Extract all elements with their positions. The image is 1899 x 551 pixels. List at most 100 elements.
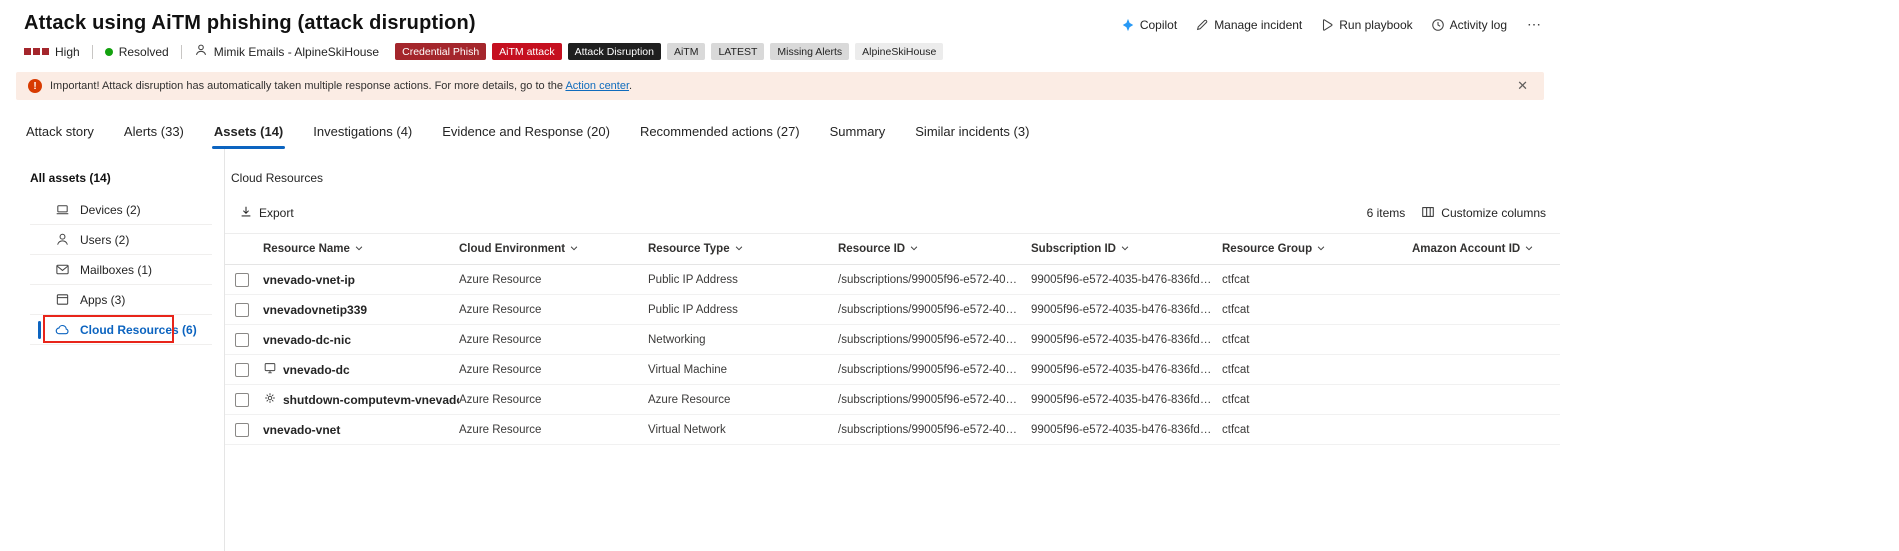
laptop-icon [55,202,70,220]
tab-alerts[interactable]: Alerts (33) [122,120,186,149]
incident-tabs: Attack story Alerts (33) Assets (14) Inv… [0,120,1560,149]
sidebar-item-cloud-resources[interactable]: Cloud Resources (6) [0,315,224,345]
chevron-down-icon [1524,243,1534,256]
play-icon [1320,18,1334,32]
column-header-resource-type[interactable]: Resource Type [648,243,838,256]
gear-icon [263,391,277,408]
copilot-button[interactable]: Copilot [1121,18,1177,32]
mail-icon [55,262,70,280]
column-header-resource-id[interactable]: Resource ID [838,243,1031,256]
assignment: Mimik Emails - AlpineSkiHouse [194,43,379,60]
tab-recommended-actions[interactable]: Recommended actions (27) [638,120,802,149]
chevron-down-icon [909,243,919,256]
table-header: Resource Name Cloud Environment Resource… [225,233,1560,265]
toolbar-right: 6 items Customize columns [1367,205,1546,222]
sidebar-item-devices[interactable]: Devices (2) [0,195,224,225]
tab-summary[interactable]: Summary [828,120,888,149]
resource-name-cell: vnevado-dc-nic [263,333,459,347]
divider [92,45,93,59]
sidebar-item-mailboxes[interactable]: Mailboxes (1) [0,255,224,285]
tag-badge: AiTM [667,43,706,60]
column-header-subscription-id[interactable]: Subscription ID [1031,243,1222,256]
cloud-icon [55,322,70,340]
row-checkbox[interactable] [235,393,249,407]
chevron-down-icon [734,243,744,256]
columns-grid-icon [1421,205,1435,222]
manage-incident-button[interactable]: Manage incident [1195,18,1302,32]
incident-page: Attack using AiTM phishing (attack disru… [0,0,1560,551]
tab-evidence-response[interactable]: Evidence and Response (20) [440,120,612,149]
tab-investigations[interactable]: Investigations (4) [311,120,414,149]
sidebar-item-apps[interactable]: Apps (3) [0,285,224,315]
sidebar-item-label: Apps (3) [80,293,125,307]
resource-name-cell: vnevado-vnet-ip [263,273,459,287]
tab-attack-story[interactable]: Attack story [24,120,96,149]
row-checkbox[interactable] [235,363,249,377]
resource-name-cell: vnevado-vnet [263,423,459,437]
table-row[interactable]: vnevado-dc Azure Resource Virtual Machin… [225,355,1560,385]
run-playbook-button[interactable]: Run playbook [1320,18,1412,32]
table-row[interactable]: vnevado-vnet Azure Resource Virtual Netw… [225,415,1560,445]
column-header-resource-name[interactable]: Resource Name [263,243,459,256]
more-options-button[interactable]: ⋯ [1525,16,1544,33]
severity-label: High [55,45,80,59]
tag-badge: AiTM attack [492,43,561,60]
status-dot-icon [105,48,113,56]
chevron-down-icon [354,243,364,256]
row-checkbox[interactable] [235,303,249,317]
sidebar-item-label: Users (2) [80,233,129,247]
activity-log-button[interactable]: Activity log [1431,18,1507,32]
all-assets-title: All assets (14) [0,171,224,195]
person-icon [194,43,214,60]
table-row[interactable]: shutdown-computevm-vnevado-dc Azure Reso… [225,385,1560,415]
resource-name-cell: vnevado-dc [263,361,459,378]
customize-columns-button[interactable]: Customize columns [1421,205,1546,222]
column-header-resource-group[interactable]: Resource Group [1222,243,1412,256]
tab-assets[interactable]: Assets (14) [212,120,285,149]
incident-tags: Credential Phish AiTM attack Attack Disr… [395,43,943,60]
divider [181,45,182,59]
page-header: Attack using AiTM phishing (attack disru… [0,0,1560,35]
important-icon: ! [28,79,42,93]
severity-icon [24,48,49,55]
app-window-icon [55,292,70,310]
sidebar-item-users[interactable]: Users (2) [0,225,224,255]
sidebar-item-label: Cloud Resources (6) [80,323,197,337]
tag-badge: Missing Alerts [770,43,849,60]
incident-meta-row: High Resolved Mimik Emails - AlpineSkiHo… [0,35,1560,60]
banner-close-icon[interactable]: ✕ [1513,78,1532,94]
pencil-icon [1195,18,1209,32]
tag-badge: Credential Phish [395,43,486,60]
table-row[interactable]: vnevado-dc-nic Azure Resource Networking… [225,325,1560,355]
person-icon [55,232,70,250]
status-badge: Resolved [105,45,169,59]
row-checkbox[interactable] [235,273,249,287]
sidebar-item-label: Devices (2) [80,203,141,217]
action-center-link[interactable]: Action center [565,80,629,92]
table-toolbar: Export 6 items Customize columns [225,199,1560,227]
cloud-resources-panel: Cloud Resources Export 6 items Customize… [225,149,1560,551]
column-header-cloud-environment[interactable]: Cloud Environment [459,243,648,256]
chevron-down-icon [1120,243,1130,256]
column-header-amazon-account-id[interactable]: Amazon Account ID [1412,243,1567,256]
assets-sidebar: All assets (14) Devices (2) Users (2) Ma… [0,149,225,551]
tag-badge: AlpineSkiHouse [855,43,943,60]
row-checkbox[interactable] [235,423,249,437]
tag-badge: LATEST [711,43,764,60]
resource-name-cell: vnevadovnetip339 [263,303,459,317]
chevron-down-icon [569,243,579,256]
sidebar-item-label: Mailboxes (1) [80,263,152,277]
chevron-down-icon [1316,243,1326,256]
tab-similar-incidents[interactable]: Similar incidents (3) [913,120,1031,149]
download-icon [239,205,253,222]
assignment-label: Mimik Emails - AlpineSkiHouse [214,45,379,59]
copilot-icon [1121,18,1135,32]
customize-columns-label: Customize columns [1441,206,1546,220]
items-count: 6 items [1367,206,1406,220]
table-row[interactable]: vnevado-vnet-ip Azure Resource Public IP… [225,265,1560,295]
status-label: Resolved [119,45,169,59]
export-button[interactable]: Export [239,205,294,222]
row-checkbox[interactable] [235,333,249,347]
tag-badge: Attack Disruption [568,43,661,60]
table-row[interactable]: vnevadovnetip339 Azure Resource Public I… [225,295,1560,325]
